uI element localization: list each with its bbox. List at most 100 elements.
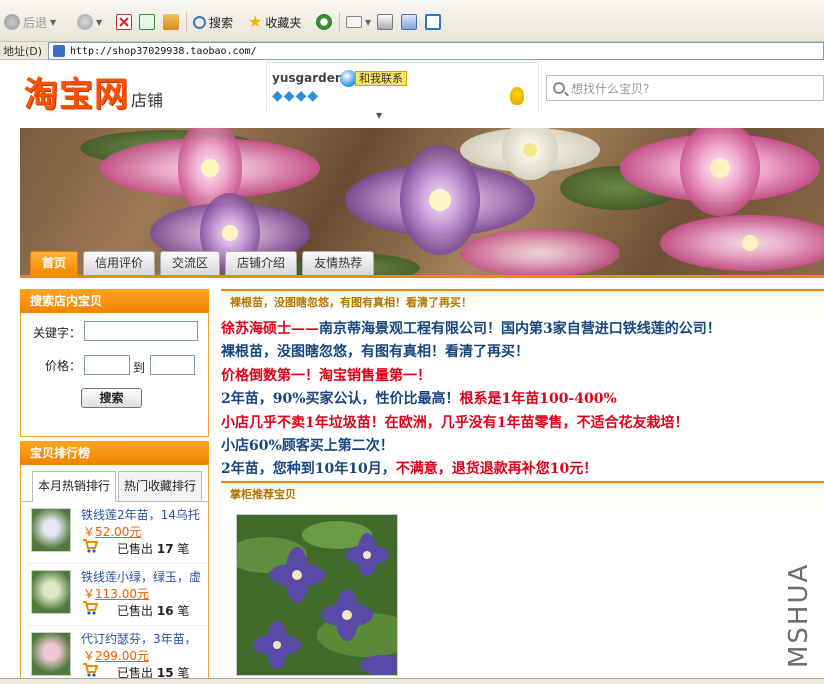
forward-arrow-icon [77, 14, 93, 30]
rank-tab[interactable]: 本月热销排行 [32, 471, 117, 502]
address-bar-row: 地址(D) http://shop37029938.taobao.com/ [0, 42, 824, 60]
history-icon [316, 14, 332, 30]
announcement-line: 裸根苗，没图瞎忽悠，有图有真相！看清了再买！ [221, 341, 824, 364]
dropdown-arrow-icon[interactable]: ▼ [50, 18, 56, 27]
search-toolbar-label: 搜索 [209, 15, 234, 30]
announcement-line: 2年苗，您种到10年10月，不满意，退货退款再补您10元！ [221, 458, 824, 481]
back-button[interactable]: 后退 ▼ [4, 12, 56, 32]
currency-symbol: ￥ [83, 587, 96, 601]
product-thumbnail[interactable] [31, 508, 71, 552]
currency-symbol: ￥ [83, 525, 96, 539]
cart-icon[interactable] [82, 663, 98, 677]
taobao-logo[interactable]: 淘宝网 店铺 [24, 67, 163, 116]
sold-prefix: 已售出 [117, 542, 154, 556]
contact-seller-button[interactable]: 和我联系 [340, 69, 407, 87]
product-price: ￥113.00元 [83, 585, 149, 602]
shop-info-box: yusgarden 和我联系 ◆ ◆ ◆ ◆ [266, 62, 539, 112]
product-name-link[interactable]: 铁线莲2年苗，14乌托 [81, 506, 211, 523]
price-label: 价格： [45, 359, 82, 373]
recommend-header: 掌柜推荐宝贝 [221, 481, 824, 505]
price-max-input[interactable] [150, 355, 195, 375]
search-icon [553, 82, 565, 94]
product-name-link[interactable]: 铁线莲小绿，绿玉，虚 [81, 568, 211, 585]
star-icon: ★ [248, 12, 263, 31]
messenger-button[interactable] [425, 12, 441, 32]
announcement-segment: 裸根苗，没图瞎忽悠，有图有真相！看清了再买！ [221, 344, 529, 361]
print-button[interactable] [377, 12, 393, 32]
product-thumbnail[interactable] [31, 570, 71, 614]
expand-arrow-icon[interactable]: ▼ [376, 111, 382, 120]
nav-tab[interactable]: 交流区 [160, 251, 221, 275]
announcement-line: 徐苏海硕士——南京蒂海景观工程有限公司！国内第3家自营进口铁线莲的公司！ [221, 318, 824, 341]
price-value: 52.00元 [95, 525, 142, 539]
price-value: 299.00元 [95, 649, 150, 663]
rank-panel: 本月热销排行 热门收藏排行 铁线莲2年苗，14乌托 ￥52.00元 已售出 17 笔铁… [20, 465, 209, 684]
messenger-icon [425, 14, 441, 30]
edit-button[interactable] [401, 12, 417, 32]
favorites-button[interactable]: ★ 收藏夹 [248, 12, 301, 32]
nav-tab[interactable]: 店铺介绍 [225, 251, 298, 275]
dropdown-arrow-icon[interactable]: ▼ [96, 18, 102, 27]
sold-count: 已售出 17 笔 [117, 540, 189, 557]
rank-list-item: 铁线莲2年苗，14乌托 ￥52.00元 已售出 17 笔 [29, 502, 208, 564]
announcement-segment: 价格倒数第一！淘宝销售量第一！ [221, 367, 431, 384]
refresh-button[interactable] [139, 12, 155, 32]
recommended-product-image[interactable] [236, 514, 398, 676]
search-toolbar-button[interactable]: 搜索 [193, 12, 233, 32]
sold-number: 17 [156, 542, 174, 556]
toolbar-separator [339, 12, 340, 32]
sold-prefix: 已售出 [117, 604, 154, 618]
home-icon [163, 14, 179, 30]
seller-rating-diamonds[interactable]: ◆ ◆ ◆ ◆ [272, 89, 318, 103]
shop-name[interactable]: yusgarden [272, 71, 343, 85]
taobao-header: 淘宝网 店铺 yusgarden 和我联系 ◆ ◆ ◆ ◆ ▼ 想找什么宝贝? [0, 61, 824, 120]
product-price: ￥299.00元 [83, 647, 149, 664]
toolbar-separator [186, 12, 187, 32]
shop-nav-tabs: 首页 信用评价 交流区 店铺介绍 友情热荐 [30, 251, 375, 275]
nav-tab[interactable]: 信用评价 [83, 251, 156, 275]
address-url[interactable]: http://shop37029938.taobao.com/ [70, 46, 257, 57]
cart-icon[interactable] [82, 539, 98, 553]
keyword-input[interactable] [84, 321, 198, 341]
sold-unit: 笔 [177, 542, 190, 556]
address-input[interactable]: http://shop37029938.taobao.com/ [48, 42, 824, 60]
rank-list-item: 铁线莲小绿，绿玉，虚 ￥113.00元 已售出 16 笔 [29, 564, 208, 626]
home-button[interactable] [163, 12, 179, 32]
history-button[interactable] [316, 12, 332, 32]
address-label: 地址(D) [3, 45, 43, 58]
mail-icon [346, 16, 362, 28]
forward-button[interactable]: ▼ [77, 12, 102, 32]
contact-label: 和我联系 [355, 70, 407, 86]
price-min-input[interactable] [84, 355, 130, 375]
rank-title: 宝贝排行榜 [20, 441, 209, 465]
announcement-text: 徐苏海硕士——南京蒂海景观工程有限公司！国内第3家自营进口铁线莲的公司！ 裸根苗，… [221, 318, 824, 482]
stop-button[interactable] [116, 12, 132, 32]
announcement-header: 裸根苗，没图瞎忽悠，有图有真相！看清了再买！ [221, 289, 824, 313]
printer-icon [377, 14, 393, 30]
site-search-input[interactable]: 想找什么宝贝? [546, 75, 824, 101]
cart-icon[interactable] [82, 601, 98, 615]
rank-tabs: 本月热销排行 热门收藏排行 [21, 465, 208, 502]
product-name-link[interactable]: 代订约瑟芬，3年苗， [81, 630, 211, 647]
diamond-icon: ◆ [272, 88, 283, 104]
browser-status-bar [0, 678, 824, 684]
nav-tab[interactable]: 首页 [30, 251, 79, 275]
clematis-product-photo [237, 515, 397, 675]
watermark-text: MSHUA [784, 562, 814, 668]
mail-button[interactable]: ▼ [346, 12, 371, 32]
diamond-icon: ◆ [307, 88, 319, 104]
page-icon [53, 45, 65, 57]
rank-list: 铁线莲2年苗，14乌托 ￥52.00元 已售出 17 笔铁线莲小绿，绿玉，虚 ￥113… [21, 502, 208, 684]
product-price: ￥52.00元 [83, 523, 141, 540]
announcement-segment: 南京蒂海景观工程有限公司！国内第3家自营进口铁线莲的公司！ [319, 321, 721, 337]
left-sidebar: 搜索店内宝贝 关键字： 价格： 到 搜索 宝贝排行榜 本月热销排行 热门收藏排行 … [20, 289, 209, 684]
recommend-heading: 掌柜推荐宝贝 [230, 488, 296, 501]
announcement-heading: 裸根苗，没图瞎忽悠，有图有真相！看清了再买！ [230, 296, 472, 309]
rank-list-item: 代订约瑟芬，3年苗， ￥299.00元 已售出 15 笔 [29, 626, 208, 684]
shop-search-button[interactable]: 搜索 [81, 388, 142, 408]
product-thumbnail[interactable] [31, 632, 71, 676]
magnifier-icon [193, 15, 206, 29]
rank-tab[interactable]: 热门收藏排行 [118, 471, 203, 501]
nav-tab[interactable]: 友情热荐 [302, 251, 375, 275]
dropdown-arrow-icon[interactable]: ▼ [365, 18, 371, 27]
